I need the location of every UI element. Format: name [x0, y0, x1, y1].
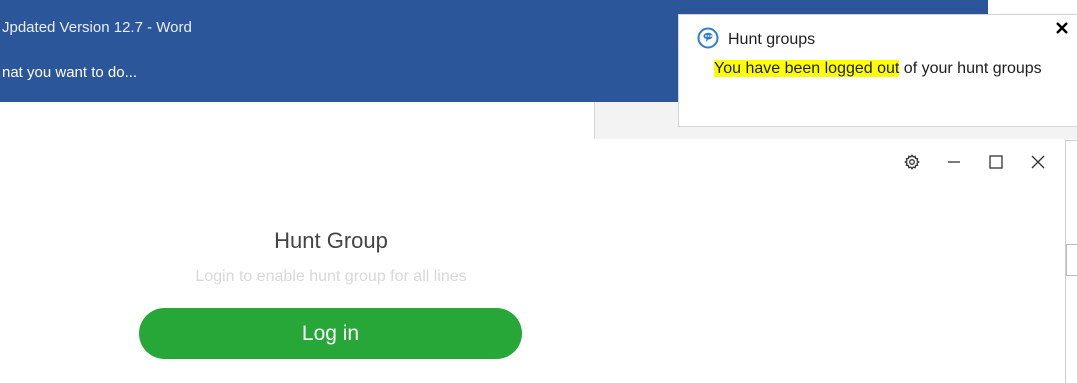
notification-toast[interactable]: Hunt groups You have been logged out of … [678, 14, 1077, 127]
maximize-icon [989, 155, 1003, 169]
word-window-title: Jpdated Version 12.7 - Word [2, 19, 192, 36]
settings-button[interactable] [891, 145, 933, 179]
hunt-group-subtitle: Login to enable hunt group for all lines [195, 268, 467, 285]
word-tell-me-box[interactable]: nat you want to do... [2, 64, 137, 81]
word-scroll-edge [1066, 244, 1077, 276]
notification-message-rest: of your hunt groups [899, 60, 1042, 77]
close-button[interactable] [1017, 145, 1059, 179]
hunt-group-window: Hunt Group Login to enable hunt group fo… [0, 140, 1066, 383]
minimize-button[interactable] [933, 145, 975, 179]
notification-message: You have been logged out of your hunt gr… [714, 57, 1054, 80]
close-icon [1055, 21, 1069, 40]
hunt-groups-app-icon [697, 27, 719, 49]
login-button[interactable]: Log in [139, 308, 522, 359]
maximize-button[interactable] [975, 145, 1017, 179]
notification-close-button[interactable] [1053, 21, 1071, 39]
minimize-icon [947, 155, 961, 169]
hunt-group-title: Hunt Group [274, 228, 388, 253]
close-icon [1031, 155, 1045, 169]
notification-title: Hunt groups [728, 31, 816, 48]
notification-message-highlight: You have been logged out [714, 60, 900, 77]
gear-icon [904, 154, 920, 170]
window-controls [891, 145, 1059, 179]
